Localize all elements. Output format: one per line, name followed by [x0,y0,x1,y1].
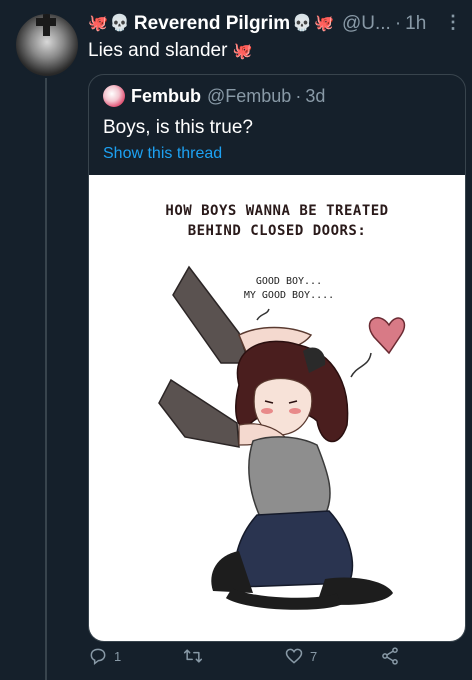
quoted-author-handle[interactable]: @Fembub [207,86,291,107]
quoted-timestamp[interactable]: 3d [305,86,325,107]
quoted-author-avatar[interactable] [103,85,125,107]
thread-line [45,78,47,680]
reply-button[interactable]: 1 [88,646,121,666]
separator-dot: · [295,85,302,106]
separator-dot: · [394,13,402,34]
retweet-button[interactable] [183,646,209,666]
more-icon[interactable]: ⋮ [444,12,462,33]
tweet-text: Lies and slander 🐙 [88,40,255,62]
quoted-tweet-image[interactable]: HOW BOYS WANNA BE TREATED BEHIND CLOSED … [89,175,465,641]
skull-emoji-icon: 💀 [109,15,130,32]
tweet-actions: 1 7 [88,646,468,670]
tweet-timestamp[interactable]: 1h [405,13,426,35]
author-handle[interactable]: @U... [342,13,391,35]
tweet-text-body: Lies and slander [88,40,228,61]
octopus-emoji-icon: 🐙 [88,15,108,32]
avatar-cross-post [43,14,50,36]
like-icon [285,648,303,664]
quoted-author-name[interactable]: Fembub [131,86,201,107]
quoted-tweet-text: Boys, is this true? [103,117,253,138]
reply-count: 1 [114,648,122,664]
share-button[interactable] [380,646,400,666]
author-avatar[interactable] [14,12,80,78]
reply-icon [90,648,106,666]
retweet-icon [183,649,203,663]
like-button[interactable]: 7 [284,646,317,666]
quoted-tweet-header: Fembub @Fembub · 3d [103,85,325,107]
octopus-emoji-icon: 🐙 [232,43,253,60]
octopus-emoji-icon: 🐙 [314,15,334,32]
like-count: 7 [310,648,318,664]
show-thread-link[interactable]: Show this thread [103,145,222,163]
tweet-header: 🐙 💀 Reverend Pilgrim 💀 🐙 @U... · 1h [88,12,464,36]
comic-illustration [158,265,406,610]
skull-emoji-icon: 💀 [292,15,313,32]
quoted-tweet[interactable]: Fembub @Fembub · 3d Boys, is this true? … [88,74,466,642]
share-icon [382,647,398,665]
author-name[interactable]: Reverend Pilgrim [134,13,290,35]
